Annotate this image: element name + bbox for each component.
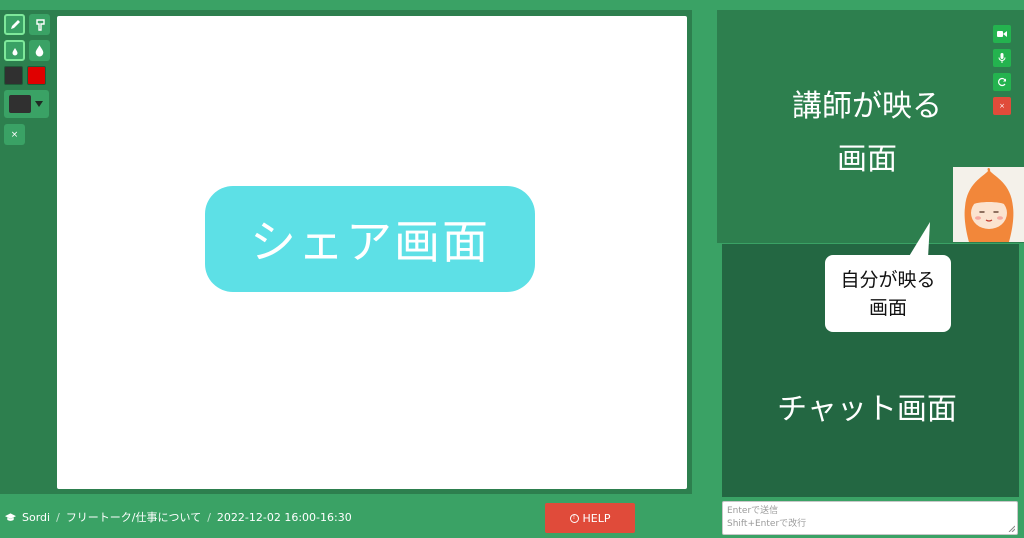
chat-panel-label: チャット画面: [777, 392, 957, 427]
chat-input-placeholder-line2: Shift+Enterで改行: [727, 519, 807, 529]
breadcrumb-topic[interactable]: フリートーク/仕事について: [66, 509, 201, 525]
pen-tool-button[interactable]: [4, 14, 25, 35]
alert-circle-icon: !: [569, 513, 579, 523]
color-swatch-black[interactable]: [4, 66, 23, 85]
whiteboard-panel: × シェア画面: [0, 10, 692, 494]
drop-large-icon: [35, 45, 44, 57]
marker-icon: [35, 18, 45, 31]
video-icon: [997, 31, 1007, 37]
breadcrumb: Sordi / フリートーク/仕事について / 2022-12-02 16:00…: [5, 508, 352, 526]
drawing-canvas[interactable]: シェア画面: [57, 16, 687, 489]
chat-input-placeholder-line1: Enterで送信: [727, 506, 779, 516]
pen-icon: [10, 19, 20, 29]
clear-board-button[interactable]: ×: [4, 124, 25, 145]
avatar-illustration: [964, 168, 1014, 242]
teacher-label-line1: 講師が映る: [792, 89, 942, 124]
chat-message-input[interactable]: Enterで送信 Shift+Enterで改行: [722, 501, 1018, 535]
graduation-cap-icon: [5, 512, 16, 521]
help-button[interactable]: ! HELP: [545, 503, 635, 533]
thin-stroke-button[interactable]: [4, 40, 25, 61]
color-dropdown[interactable]: [4, 90, 49, 118]
chevron-down-icon: [35, 101, 43, 107]
breadcrumb-separator: /: [207, 510, 211, 524]
selected-color-swatch: [9, 95, 31, 113]
self-view-callout-line1: 自分が映る: [840, 268, 936, 291]
marker-tool-button[interactable]: [29, 14, 50, 35]
resize-handle-icon[interactable]: [1007, 524, 1015, 532]
self-view-callout: 自分が映る 画面: [825, 255, 951, 332]
mic-icon: [998, 53, 1006, 63]
drop-small-icon: [12, 47, 17, 55]
breadcrumb-user[interactable]: Sordi: [22, 511, 50, 524]
help-button-label: HELP: [582, 511, 611, 525]
breadcrumb-schedule: 2022-12-02 16:00-16:30: [216, 510, 352, 524]
mic-toggle-button[interactable]: [993, 49, 1011, 67]
drawing-toolbar: ×: [4, 14, 50, 145]
camera-toggle-button[interactable]: [993, 25, 1011, 43]
self-view-callout-line2: 画面: [868, 296, 907, 319]
self-video-view: [953, 167, 1024, 242]
thick-stroke-button[interactable]: [29, 40, 50, 61]
color-swatch-red[interactable]: [27, 66, 46, 85]
breadcrumb-separator: /: [56, 510, 60, 524]
share-screen-label: シェア画面: [205, 186, 535, 292]
